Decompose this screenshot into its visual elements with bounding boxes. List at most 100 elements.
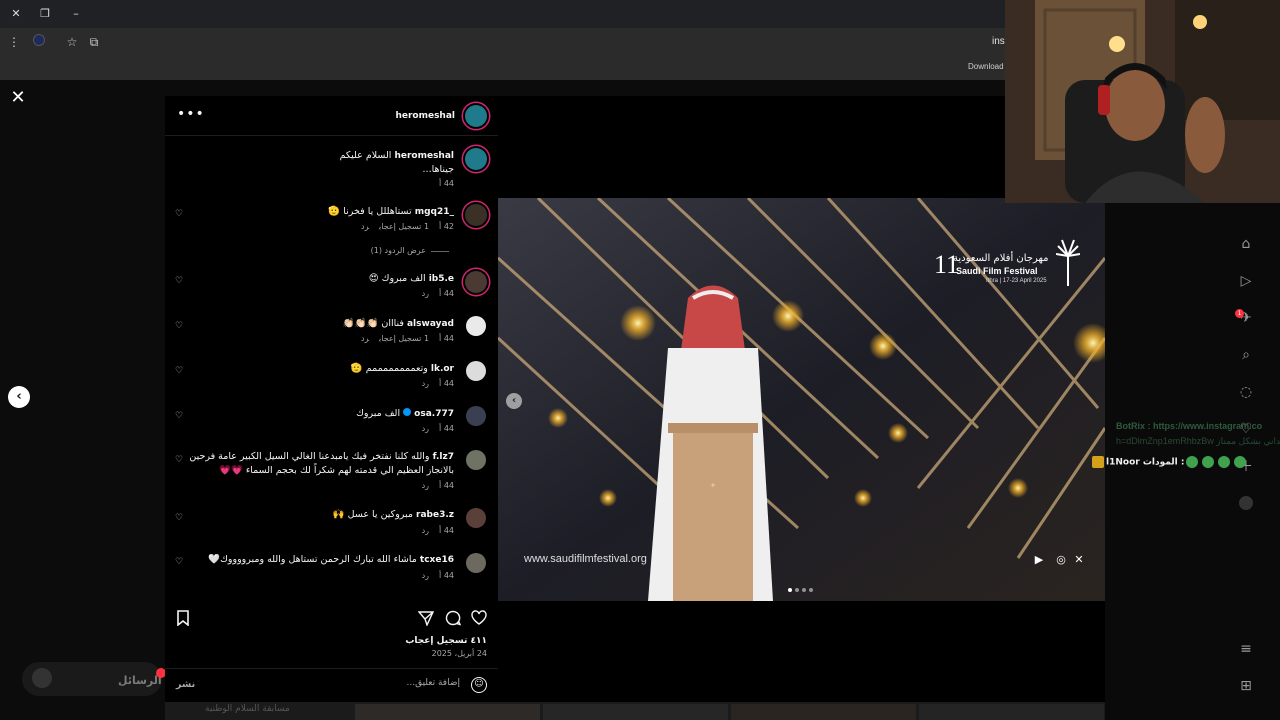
- comment-body: فنااان 👏🏻👏🏻👏🏻: [342, 318, 404, 329]
- comment-meta: 44 أ رد: [412, 571, 454, 580]
- explore-icon[interactable]: ◌: [1237, 383, 1255, 401]
- messages-label: الرسائل: [118, 674, 162, 687]
- comment-body: وتعممممممممم 🫡: [350, 363, 428, 374]
- emoji-icon[interactable]: ☺: [471, 677, 487, 693]
- also-from-meta-icon[interactable]: ⊞: [1237, 677, 1255, 695]
- post-photo[interactable]: ✦ 11 مهرجان أفلام السعودية Saudi Film Fe…: [498, 198, 1105, 601]
- like-comment-icon[interactable]: ♡: [174, 557, 184, 567]
- previous-post-button[interactable]: ‹: [8, 386, 30, 408]
- comment-icon[interactable]: [444, 610, 462, 628]
- search-icon[interactable]: ⌕: [1237, 346, 1255, 364]
- background-thumbnail: [731, 704, 916, 720]
- comment-body-line-2: بالانجاز العظيم الي قدمته لهم شكراً لك ب…: [219, 465, 454, 476]
- instagram-icon: ◎: [1056, 553, 1066, 566]
- more-menu-icon[interactable]: ≡: [1237, 640, 1255, 658]
- reply-button[interactable]: رد: [422, 379, 429, 388]
- youtube-icon: ▶: [1034, 553, 1044, 566]
- post-action-bar: [165, 600, 498, 640]
- chat-username: l1Noor: [1106, 457, 1140, 468]
- like-comment-icon[interactable]: ♡: [174, 209, 184, 219]
- comment-avatar[interactable]: [466, 361, 486, 381]
- notification-badge: 1: [1235, 309, 1244, 318]
- comment-input[interactable]: [230, 678, 460, 688]
- caption-username[interactable]: heromeshal: [394, 151, 454, 161]
- reply-button[interactable]: رد: [422, 526, 429, 535]
- comment-username[interactable]: tcxe16: [420, 555, 454, 565]
- comment-text: ib5.e الف مبروك 😍: [369, 272, 454, 286]
- comment-likes[interactable]: 1 تسجيل إعجاب: [379, 334, 429, 343]
- comment-meta: 44 أ رد: [412, 379, 454, 388]
- paper-plane-icon: [417, 611, 435, 627]
- reply-button[interactable]: رد: [422, 424, 429, 433]
- stream-chat-message: BotRix : https://www.instagram.co: [1116, 421, 1263, 431]
- reply-button[interactable]: رد: [361, 334, 369, 343]
- comment-username[interactable]: f.lz7: [433, 452, 454, 462]
- reply-button[interactable]: رد: [422, 481, 429, 490]
- comment-username[interactable]: ib5.e: [429, 274, 454, 284]
- caption-line-1: السلام عليكم: [339, 150, 392, 161]
- comment-username[interactable]: osa.777: [414, 409, 454, 419]
- caption-time: 44 أ: [439, 179, 454, 188]
- install-app-icon[interactable]: ⧉: [86, 34, 102, 50]
- profile-avatar-icon[interactable]: [1237, 496, 1255, 514]
- comment-time: 44 أ: [439, 424, 454, 433]
- reply-button[interactable]: رد: [422, 571, 429, 580]
- chat-emote-icon: [1202, 456, 1215, 468]
- chat-emote-icon: [1218, 456, 1231, 468]
- like-comment-icon[interactable]: ♡: [174, 321, 184, 331]
- comment-avatar[interactable]: [465, 271, 487, 293]
- comment-meta: 44 أ رد: [412, 289, 454, 298]
- comment-username[interactable]: alswayad: [407, 319, 454, 329]
- svg-text:✦: ✦: [710, 481, 717, 490]
- carousel-dot: [788, 588, 792, 592]
- comment-text: rabe3.z مبروكين يا عسل 🙌: [333, 508, 454, 522]
- post-header: ••• heromeshal: [165, 96, 498, 136]
- comment-body: الف مبروك 😍: [368, 273, 426, 284]
- like-comment-icon[interactable]: ♡: [174, 411, 184, 421]
- comment-avatar[interactable]: [466, 316, 486, 336]
- add-comment-bar: ☺ نشر: [165, 668, 498, 702]
- minimize-window-icon[interactable]: –: [68, 6, 84, 22]
- profile-icon[interactable]: [31, 34, 47, 50]
- carousel-previous-button[interactable]: ‹: [506, 393, 522, 409]
- like-post-icon[interactable]: [470, 610, 488, 628]
- menu-dots-icon[interactable]: ⋮: [6, 34, 22, 50]
- comment-avatar[interactable]: [466, 508, 486, 528]
- like-comment-icon[interactable]: ♡: [174, 366, 184, 376]
- reply-button[interactable]: رد: [422, 289, 429, 298]
- comment-meta: 44 أ رد: [412, 526, 454, 535]
- reels-icon[interactable]: ▷: [1237, 272, 1255, 290]
- close-window-icon[interactable]: ✕: [8, 6, 24, 22]
- comment-username[interactable]: _mgq21: [415, 207, 454, 217]
- carousel-dot: [795, 588, 799, 592]
- download-button[interactable]: Download: [968, 62, 1004, 71]
- like-comment-icon[interactable]: ♡: [174, 276, 184, 286]
- comment-username[interactable]: lk.or: [431, 364, 454, 374]
- comment-avatar[interactable]: [466, 450, 486, 470]
- likes-count[interactable]: ٤١١ تسجيل إعجاب: [405, 636, 487, 646]
- palm-logo-icon: [1055, 239, 1081, 286]
- comment-text: tcxe16 ماشاء الله تبارك الرحمن تستاهل وا…: [208, 553, 454, 567]
- restore-window-icon[interactable]: ❐: [37, 6, 53, 22]
- comment-likes[interactable]: 1 تسجيل إعجاب: [379, 222, 429, 231]
- share-icon[interactable]: [417, 610, 435, 628]
- author-username[interactable]: heromeshal: [395, 111, 455, 121]
- comment-avatar[interactable]: [466, 553, 486, 573]
- reply-button[interactable]: رد: [361, 222, 369, 231]
- save-bookmark-icon[interactable]: [174, 610, 192, 628]
- caption-avatar[interactable]: [465, 148, 487, 170]
- comment-meta: 44 أ رد: [412, 424, 454, 433]
- home-icon[interactable]: ⌂: [1237, 235, 1255, 253]
- like-comment-icon[interactable]: ♡: [174, 455, 184, 465]
- background-thumbnail: [543, 704, 728, 720]
- more-options-icon[interactable]: •••: [177, 106, 205, 122]
- bookmark-star-icon[interactable]: ☆: [64, 34, 80, 50]
- comment-username[interactable]: rabe3.z: [416, 510, 454, 520]
- post-comment-button[interactable]: نشر: [176, 679, 195, 690]
- comment-avatar[interactable]: [465, 204, 487, 226]
- comment-avatar[interactable]: [466, 406, 486, 426]
- close-modal-button[interactable]: ✕: [8, 88, 28, 108]
- view-replies-button[interactable]: عرض الردود (1): [371, 246, 426, 255]
- author-avatar[interactable]: [465, 105, 487, 127]
- like-comment-icon[interactable]: ♡: [174, 513, 184, 523]
